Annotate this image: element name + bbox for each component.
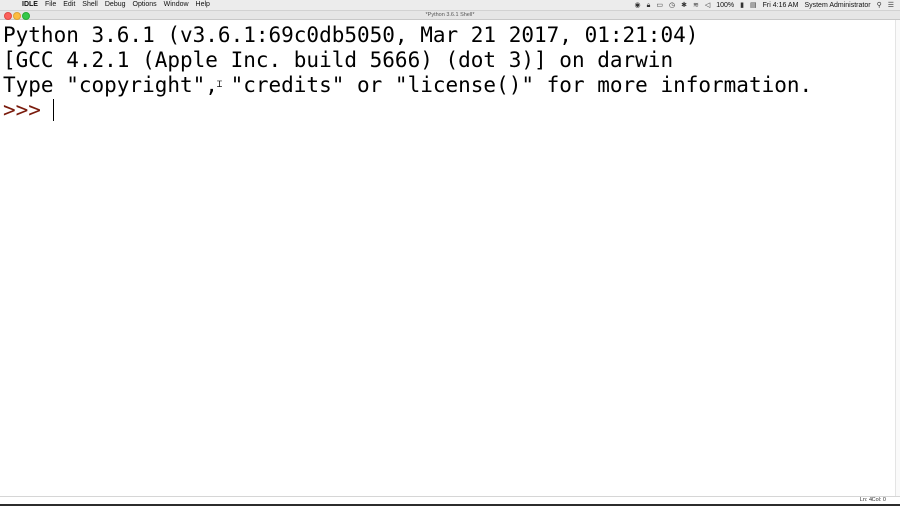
input-flag-icon[interactable]: ▤ — [750, 1, 757, 11]
volume-icon[interactable]: ◁ — [705, 1, 710, 11]
shell-text-area[interactable]: Python 3.6.1 (v3.6.1:69c0db5050, Mar 21 … — [0, 20, 896, 496]
vertical-scrollbar[interactable] — [895, 20, 900, 496]
window-title: *Python 3.6.1 Shell* — [425, 12, 475, 18]
lock-icon[interactable]: 🔒︎ — [647, 1, 651, 11]
menu-window[interactable]: Window — [164, 0, 189, 10]
menu-edit[interactable]: Edit — [63, 0, 75, 10]
menu-debug[interactable]: Debug — [105, 0, 126, 10]
menu-shell[interactable]: Shell — [82, 0, 98, 10]
line-number: Ln: 4 — [859, 497, 872, 503]
notification-center-icon[interactable]: ☰ — [888, 1, 894, 11]
window-title-bar: *Python 3.6.1 Shell* — [0, 11, 900, 20]
spotlight-search-icon[interactable]: ⚲ — [877, 1, 882, 11]
menu-bar: IDLE File Edit Shell Debug Options Windo… — [0, 0, 900, 11]
airplay-icon[interactable]: ▭ — [656, 1, 663, 11]
menu-app-name[interactable]: IDLE — [22, 0, 38, 10]
menu-options[interactable]: Options — [133, 0, 157, 10]
status-bar: Ln: 4 Col: 0 — [0, 496, 900, 504]
battery-percent[interactable]: 100% — [716, 1, 734, 11]
menu-file[interactable]: File — [45, 0, 56, 10]
mouse-i-beam-cursor-icon: Ɪ — [217, 80, 223, 90]
shell-banner-line: Python 3.6.1 (v3.6.1:69c0db5050, Mar 21 … — [3, 23, 699, 47]
time-machine-icon[interactable]: ◷ — [669, 1, 675, 11]
status-menus: ◉ 🔒︎ ▭ ◷ ✱ ≋ ◁ 100% ▮ ▤ Fri 4:16 AM Syst… — [629, 0, 894, 11]
text-cursor — [52, 99, 54, 121]
record-icon[interactable]: ◉ — [635, 1, 641, 11]
shell-prompt: >>> — [3, 98, 41, 122]
user-name[interactable]: System Administrator — [804, 1, 870, 11]
wifi-icon[interactable]: ≋ — [693, 1, 699, 11]
prompt-line[interactable]: >>> — [3, 98, 54, 123]
shell-banner-line: Type "copyright", "credits" or "license(… — [3, 73, 813, 97]
battery-icon[interactable]: ▮ — [740, 1, 744, 11]
clock[interactable]: Fri 4:16 AM — [763, 1, 799, 11]
bluetooth-icon[interactable]: ✱ — [681, 1, 687, 11]
shell-banner-line: [GCC 4.2.1 (Apple Inc. build 5666) (dot … — [3, 48, 674, 72]
menu-help[interactable]: Help — [196, 0, 210, 10]
column-number: Col: 0 — [871, 497, 886, 503]
